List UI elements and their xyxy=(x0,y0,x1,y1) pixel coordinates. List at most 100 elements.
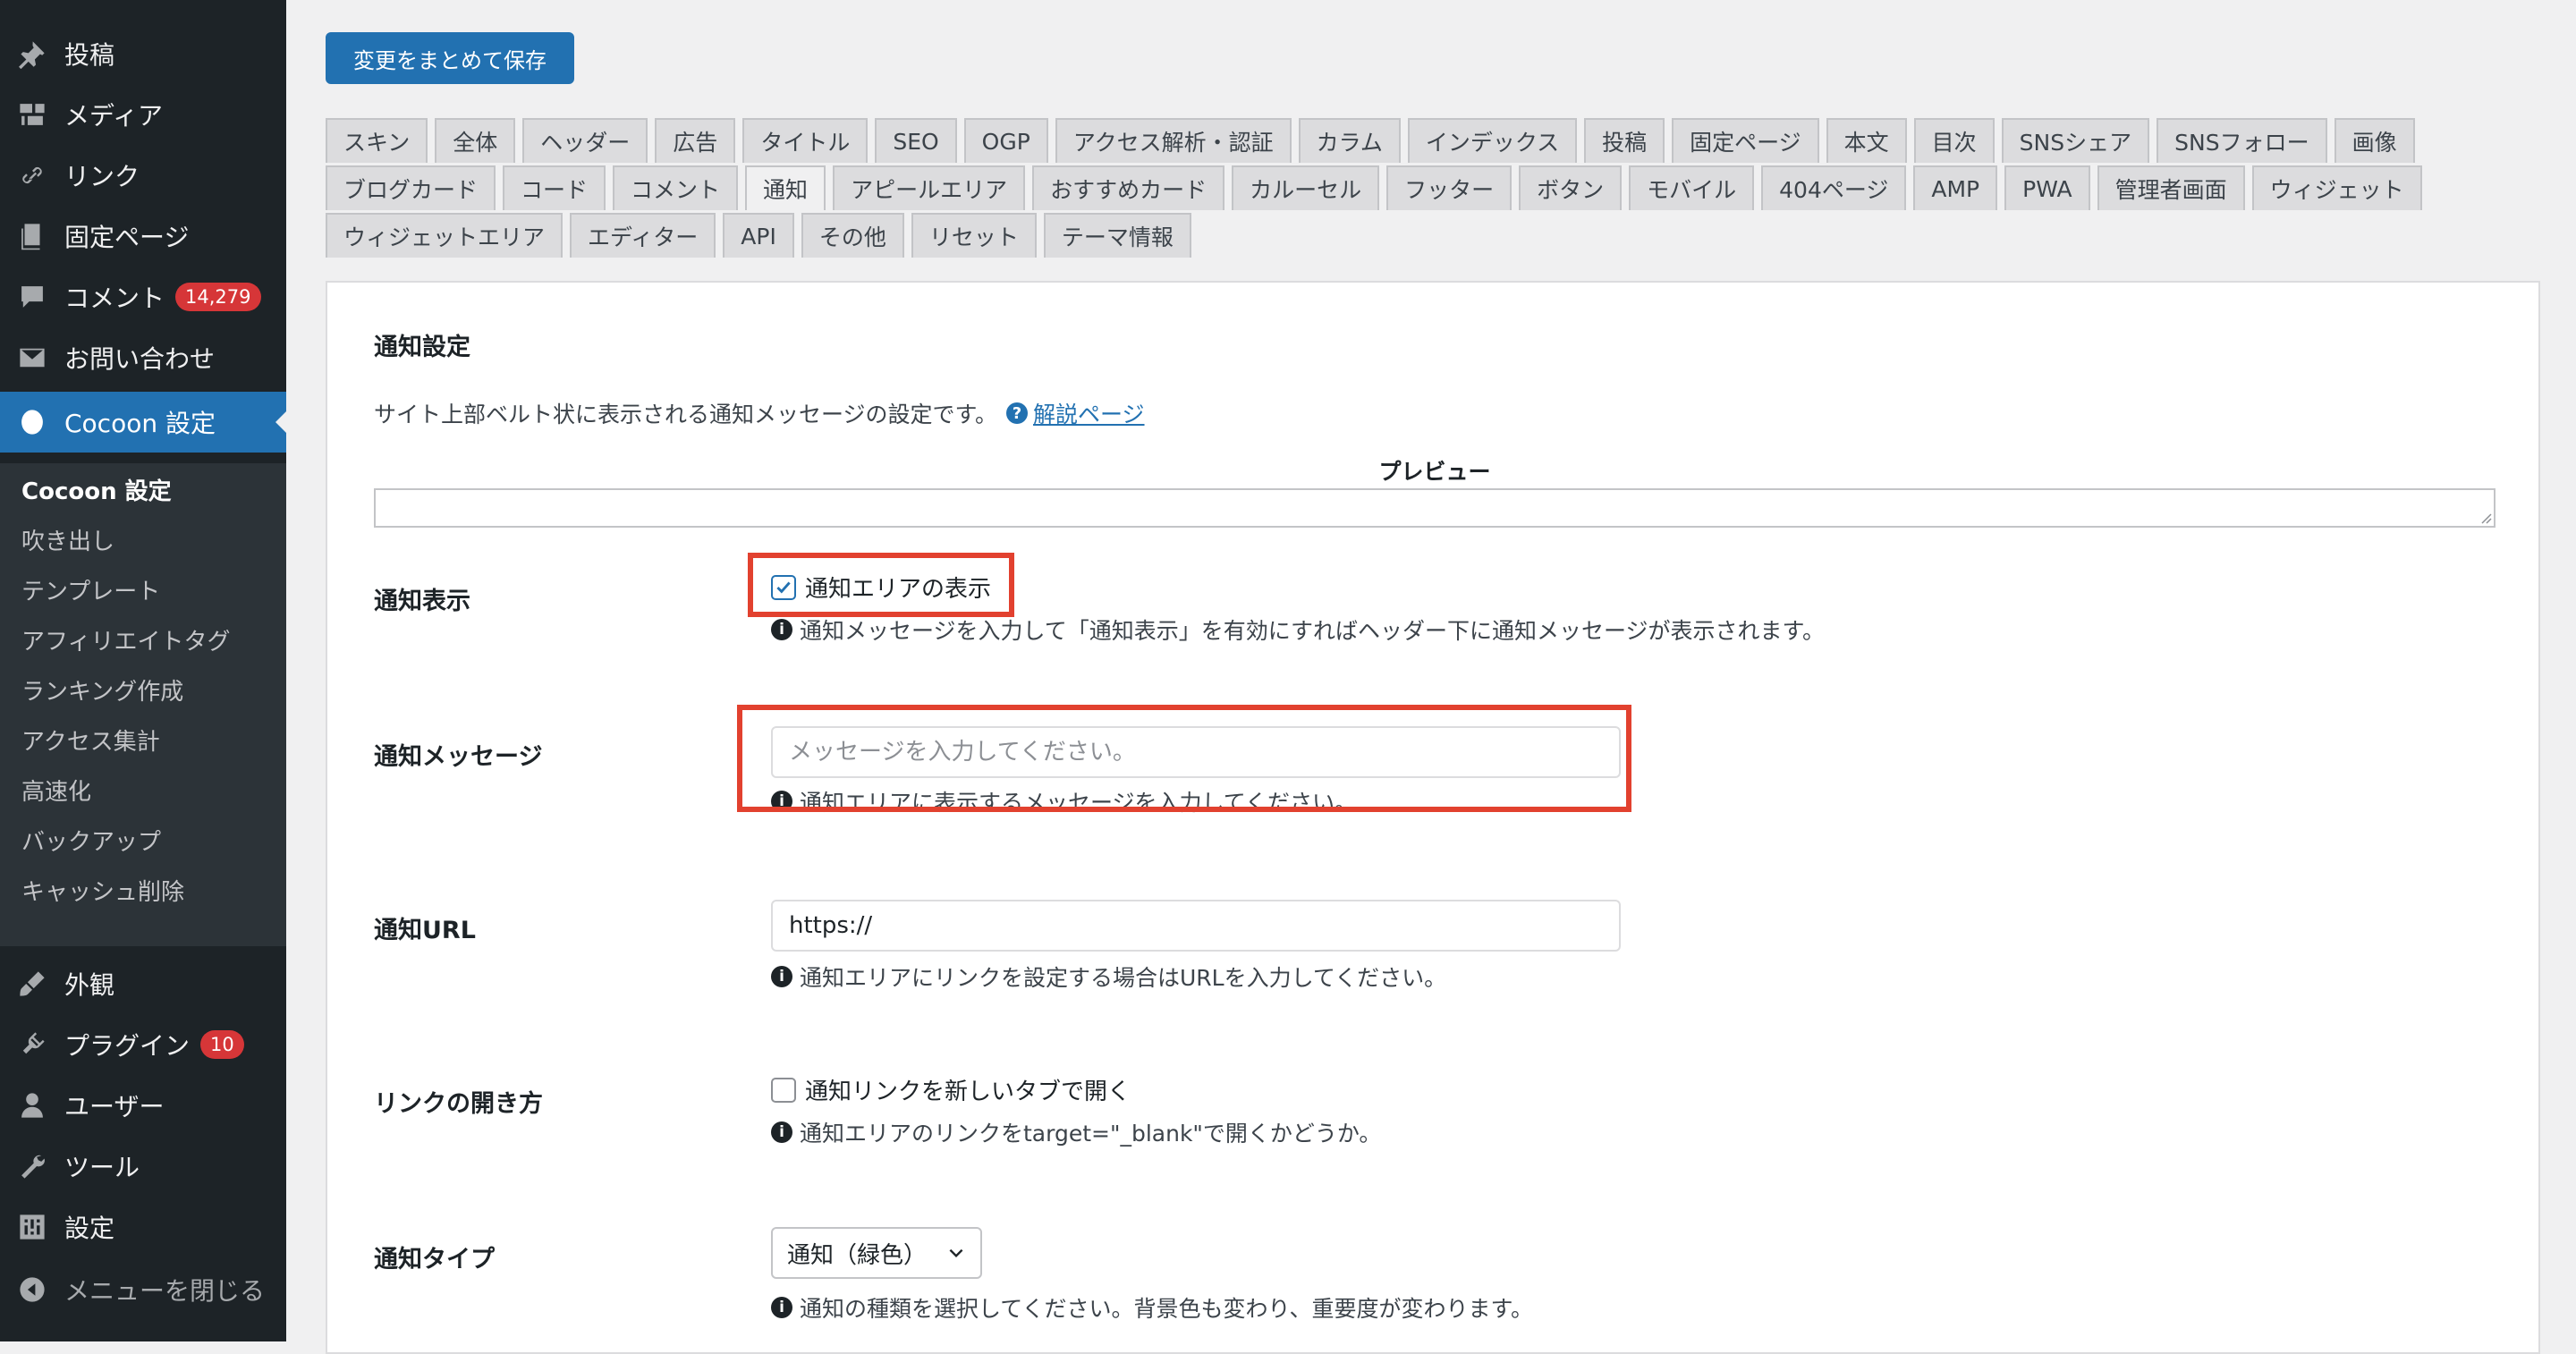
tab-item[interactable]: コメント xyxy=(613,165,739,210)
sidebar-item-label: コメント xyxy=(64,283,165,313)
tab-item[interactable]: ウィジェットエリア xyxy=(326,213,564,258)
submenu-item-backup[interactable]: バックアップ xyxy=(21,825,161,860)
tab-item[interactable]: 本文 xyxy=(1826,118,1907,163)
sidebar-item-cocoon-settings[interactable]: Cocoon 設定 xyxy=(0,392,286,453)
tab-item[interactable]: アクセス解析・認証 xyxy=(1055,118,1292,163)
tab-item[interactable]: 全体 xyxy=(435,118,516,163)
sidebar-item-label: プラグイン xyxy=(64,1031,191,1061)
tab-item[interactable]: SNSフォロー xyxy=(2157,118,2327,163)
tab-item[interactable]: フッター xyxy=(1386,165,1513,210)
hint-text: 通知の種類を選択してください。背景色も変わり、重要度が変わります。 xyxy=(800,1296,1534,1322)
link-open-checkbox-row[interactable]: 通知リンクを新しいタブで開く xyxy=(771,1073,1131,1106)
collapse-menu-button[interactable]: メニューを閉じる xyxy=(0,1259,286,1320)
notice-type-select[interactable]: 通知（緑色） xyxy=(771,1227,982,1279)
checkmark-icon xyxy=(776,581,791,593)
tab-item[interactable]: 広告 xyxy=(655,118,736,163)
hint-text: 通知メッセージを入力して「通知表示」を有効にすればヘッダー下に通知メッセージが表… xyxy=(800,618,1826,644)
tab-item[interactable]: 404ページ xyxy=(1761,165,1907,210)
tab-item[interactable]: API xyxy=(723,213,794,258)
submenu-item-cocoon-settings[interactable]: Cocoon 設定 xyxy=(21,474,172,510)
notice-display-label: 通知表示 xyxy=(374,588,470,615)
plugin-update-badge: 10 xyxy=(200,1030,244,1059)
sidebar-item-comments[interactable]: コメント 14,279 xyxy=(0,267,286,327)
notice-type-label: 通知タイプ xyxy=(374,1246,495,1274)
tab-item[interactable]: カラム xyxy=(1298,118,1401,163)
sidebar-item-label: お問い合わせ xyxy=(64,344,216,374)
notice-display-hint: i 通知メッセージを入力して「通知表示」を有効にすればヘッダー下に通知メッセージ… xyxy=(771,614,1825,646)
tab-item[interactable]: 管理者画面 xyxy=(2097,165,2245,210)
sidebar-item-label: 固定ページ xyxy=(64,223,190,252)
tab-item[interactable]: テーマ情報 xyxy=(1043,213,1191,258)
sidebar-item-tools[interactable]: ツール xyxy=(0,1136,286,1197)
tab-item[interactable]: OGP xyxy=(963,118,1048,163)
notice-display-checkbox-row[interactable]: 通知エリアの表示 xyxy=(771,571,991,604)
tab-item[interactable]: 投稿 xyxy=(1584,118,1665,163)
submenu-item-balloon[interactable]: 吹き出し xyxy=(21,524,114,560)
tab-item[interactable]: 固定ページ xyxy=(1672,118,1819,163)
sidebar-item-links[interactable]: リンク xyxy=(0,145,286,206)
tab-item[interactable]: SNSシェア xyxy=(2001,118,2150,163)
tab-item[interactable]: エディター xyxy=(570,213,716,258)
brush-icon xyxy=(16,968,48,1000)
sidebar-item-label: ツール xyxy=(64,1153,140,1182)
tab-item[interactable]: インデックス xyxy=(1407,118,1578,163)
tab-item[interactable]: スキン xyxy=(326,118,428,163)
submenu-item-template[interactable]: テンプレート xyxy=(21,574,160,610)
tab-item[interactable]: ブログカード xyxy=(326,165,496,210)
sidebar-item-plugins[interactable]: プラグイン 10 xyxy=(0,1014,286,1075)
tab-item[interactable]: PWA xyxy=(2004,165,2090,210)
tab-item[interactable]: ヘッダー xyxy=(522,118,648,163)
link-open-checkbox[interactable] xyxy=(771,1077,796,1103)
sidebar-item-label: Cocoon 設定 xyxy=(64,409,216,438)
checkbox-label: 通知リンクを新しいタブで開く xyxy=(805,1079,1131,1105)
tab-item[interactable]: 目次 xyxy=(1913,118,1995,163)
submenu-item-speedup[interactable]: 高速化 xyxy=(21,774,91,810)
tab-item[interactable]: カルーセル xyxy=(1232,165,1380,210)
tab-item[interactable]: コード xyxy=(503,165,606,210)
tab-item[interactable]: おすすめカード xyxy=(1032,165,1225,210)
tab-item[interactable]: SEO xyxy=(875,118,957,163)
sidebar-item-settings[interactable]: 設定 xyxy=(0,1197,286,1257)
help-page-link[interactable]: ? 解説ページ xyxy=(1006,397,1145,429)
tab-item[interactable]: ボタン xyxy=(1519,165,1623,210)
sidebar-item-media[interactable]: メディア xyxy=(0,84,286,145)
submenu-item-ranking[interactable]: ランキング作成 xyxy=(21,674,183,710)
tab-row: スキン 全体 ヘッダー 広告 タイトル SEO OGP アクセス解析・認証 カラム インデックス投… xyxy=(326,118,2472,165)
sidebar-item-appearance[interactable]: 外観 xyxy=(0,953,286,1014)
submenu-item-access-stats[interactable]: アクセス集計 xyxy=(21,724,160,760)
hint-text: 通知エリアのリンクをtarget="_blank"で開くかどうか。 xyxy=(800,1121,1382,1147)
selected-option: 通知（緑色） xyxy=(787,1241,928,1269)
tab-item[interactable]: リセット xyxy=(911,213,1037,258)
sidebar-item-label: 設定 xyxy=(64,1214,115,1243)
user-icon xyxy=(16,1089,48,1121)
sidebar-item-pages[interactable]: 固定ページ xyxy=(0,206,286,267)
sidebar-item-contact[interactable]: お問い合わせ xyxy=(0,327,286,388)
comment-count-badge: 14,279 xyxy=(175,283,261,311)
link-open-hint: i 通知エリアのリンクをtarget="_blank"で開くかどうか。 xyxy=(771,1116,1381,1148)
notice-url-input[interactable] xyxy=(771,900,1621,952)
tab-item[interactable]: 画像 xyxy=(2334,118,2415,163)
resize-handle-icon[interactable] xyxy=(2479,512,2492,524)
settings-icon xyxy=(16,1211,48,1243)
tab-item[interactable]: AMP xyxy=(1913,165,1998,210)
info-icon: i xyxy=(771,966,792,987)
sidebar-item-users[interactable]: ユーザー xyxy=(0,1075,286,1136)
comment-icon xyxy=(16,281,48,313)
tab-item[interactable]: 通知 xyxy=(745,165,826,210)
submenu-item-affiliate-tag[interactable]: アフィリエイトタグ xyxy=(21,624,230,660)
notice-settings-panel: 通知設定 サイト上部ベルト状に表示される通知メッセージの設定です。 ? 解説ペー… xyxy=(326,281,2540,1354)
save-all-button[interactable]: 変更をまとめて保存 xyxy=(326,32,574,84)
notice-display-checkbox[interactable] xyxy=(771,574,796,600)
help-link-label: 解説ページ xyxy=(1033,402,1145,427)
media-icon xyxy=(16,98,48,131)
tab-item[interactable]: タイトル xyxy=(742,118,869,163)
settings-tabs: スキン 全体 ヘッダー 広告 タイトル SEO OGP アクセス解析・認証 カラム インデックス投… xyxy=(326,118,2472,260)
admin-sidebar: 投稿 メディア リンク 固定ページ コメント 14,279 お問い合わせ Coc… xyxy=(0,0,286,1341)
tab-item[interactable]: その他 xyxy=(801,213,904,258)
tab-item[interactable]: ウィジェット xyxy=(2251,165,2422,210)
tab-item[interactable]: アピールエリア xyxy=(833,165,1026,210)
wrench-icon xyxy=(16,1150,48,1182)
sidebar-item-posts[interactable]: 投稿 xyxy=(0,23,286,84)
tab-item[interactable]: モバイル xyxy=(1629,165,1755,210)
submenu-item-cache-clear[interactable]: キャッシュ削除 xyxy=(21,875,184,910)
